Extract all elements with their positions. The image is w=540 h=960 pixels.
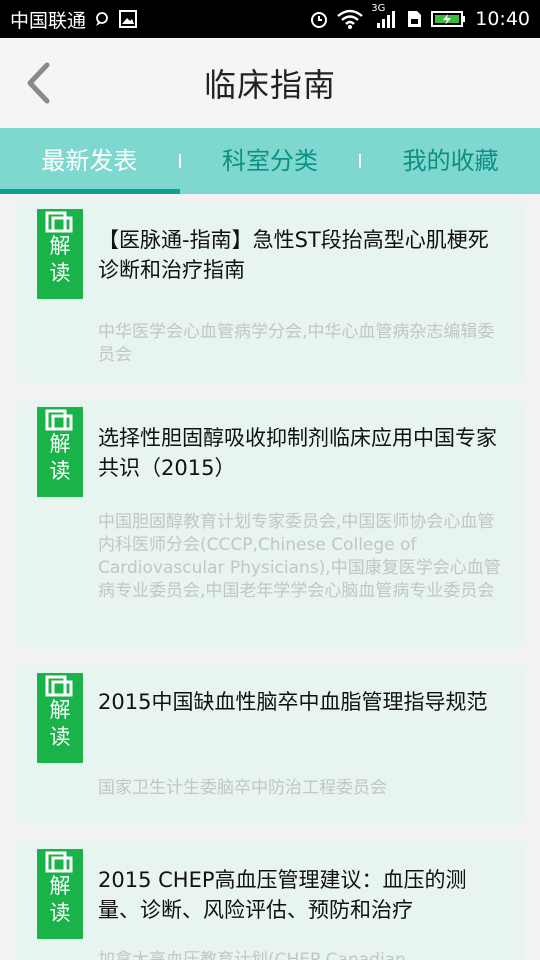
guide-source: 中国胆固醇教育计划专家委员会,中国医师协会心血管内科医师分会(CCCP,Chin…	[98, 512, 501, 601]
guide-title: 2015 CHEP高血压管理建议：血压的测量、诊断、风险评估、预防和治疗	[98, 868, 467, 922]
guide-card[interactable]: 解 读 选择性胆固醇吸收抑制剂临床应用中国专家共识（2015） 中国胆固醇教育计…	[15, 399, 525, 649]
document-icon	[45, 851, 73, 873]
chevron-left-icon	[27, 62, 50, 104]
badge-label: 读	[49, 901, 71, 925]
sim-icon	[405, 9, 423, 29]
battery-charging-icon	[431, 9, 467, 29]
badge-label: 读	[49, 261, 71, 285]
app-header: 临床指南	[0, 38, 540, 128]
badge-label: 解	[49, 874, 71, 898]
page-title: 临床指南	[203, 66, 336, 104]
interpretation-badge: 解 读	[37, 209, 83, 299]
chat-bubble-icon	[94, 11, 110, 27]
badge-label: 解	[49, 432, 71, 456]
guide-title: 2015中国缺血性脑卒中血脂管理指导规范	[98, 690, 488, 714]
signal-icon: 3G	[371, 3, 397, 29]
tab-latest[interactable]: 最新发表	[0, 128, 179, 194]
interpretation-badge: 解 读	[37, 407, 83, 497]
network-type: 3G	[371, 3, 386, 14]
tab-favorites[interactable]: 我的收藏	[361, 128, 540, 194]
image-icon	[118, 9, 138, 29]
carrier-name: 中国联通	[10, 9, 87, 32]
badge-label: 解	[49, 698, 71, 722]
back-button[interactable]	[18, 60, 58, 106]
badge-label: 读	[49, 459, 71, 483]
status-bar: 中国联通 3G 10:40	[0, 0, 540, 38]
guide-card[interactable]: 解 读 2015中国缺血性脑卒中血脂管理指导规范 国家卫生计生委脑卒中防治工程委…	[15, 665, 525, 825]
guide-list[interactable]: 解 读 【医脉通-指南】急性ST段抬高型心肌梗死诊断和治疗指南 中华医学会心血管…	[0, 194, 540, 960]
wifi-icon	[337, 9, 364, 29]
interpretation-badge: 解 读	[37, 673, 83, 763]
alarm-icon	[309, 9, 329, 29]
guide-title: 选择性胆固醇吸收抑制剂临床应用中国专家共识（2015）	[98, 426, 497, 480]
document-icon	[45, 211, 73, 233]
guide-title: 【医脉通-指南】急性ST段抬高型心肌梗死诊断和治疗指南	[98, 228, 489, 282]
guide-card[interactable]: 解 读 【医脉通-指南】急性ST段抬高型心肌梗死诊断和治疗指南 中华医学会心血管…	[15, 201, 525, 383]
tab-bar: 最新发表 科室分类 我的收藏	[0, 128, 540, 194]
guide-card[interactable]: 解 读 2015 CHEP高血压管理建议：血压的测量、诊断、风险评估、预防和治疗…	[15, 841, 525, 960]
document-icon	[45, 409, 73, 431]
guide-source: 国家卫生计生委脑卒中防治工程委员会	[98, 778, 387, 798]
tab-departments[interactable]: 科室分类	[181, 128, 360, 194]
interpretation-badge: 解 读	[37, 849, 83, 939]
guide-source: 中华医学会心血管病学分会,中华心血管病杂志编辑委员会	[98, 322, 495, 365]
badge-label: 解	[49, 234, 71, 258]
badge-label: 读	[49, 725, 71, 749]
document-icon	[45, 675, 73, 697]
clock-time: 10:40	[475, 8, 530, 30]
guide-source: 加拿大高血压教育计划(CHEP Canadian	[98, 950, 406, 960]
